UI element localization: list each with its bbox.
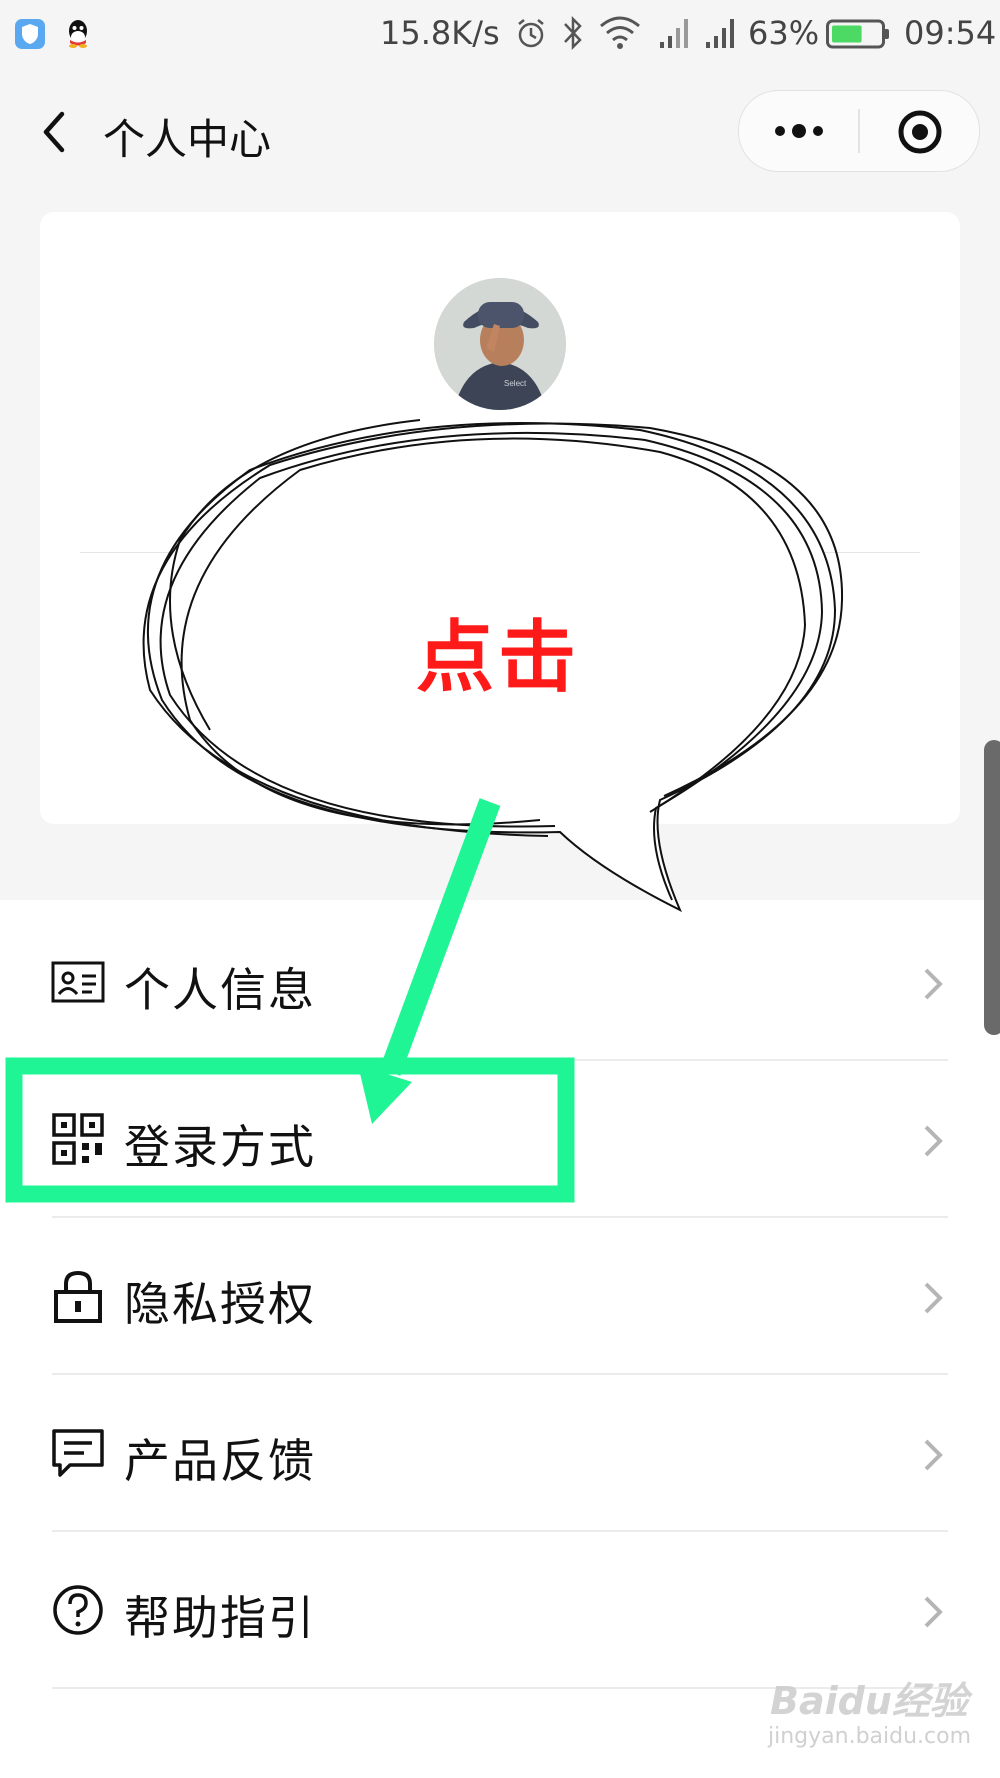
annotation-click-label: 点击 — [416, 613, 581, 703]
menu-item-help-guide[interactable]: 帮助指引 — [0, 1532, 1000, 1689]
menu-item-label: 登录方式 — [124, 1120, 316, 1174]
baidu-watermark: Baidu经验 — [770, 1679, 968, 1723]
more-button[interactable] — [739, 91, 858, 171]
target-close-icon — [898, 110, 942, 154]
message-icon — [52, 1429, 104, 1477]
battery-icon — [826, 19, 889, 49]
clock-time: 09:54 — [904, 14, 997, 52]
avatar-image: Select — [434, 278, 566, 410]
help-circle-icon — [53, 1585, 103, 1635]
id-card-icon — [51, 961, 105, 1003]
mini-program-capsule — [738, 90, 980, 172]
baidu-watermark-url: jingyan.baidu.com — [768, 1724, 972, 1749]
user-avatar[interactable]: Select — [434, 278, 566, 410]
menu-item-login-method[interactable]: 登录方式 — [0, 1061, 1000, 1218]
chevron-right-icon — [924, 1282, 943, 1314]
status-bar: 15.8K/s 63% 09:54 — [0, 0, 1000, 72]
signal-icon — [660, 19, 688, 48]
alarm-icon — [518, 19, 544, 48]
battery-percent: 63% — [748, 14, 820, 52]
page-title: 个人中心 — [103, 115, 272, 164]
card-divider — [80, 552, 920, 553]
signal-icon — [706, 19, 734, 48]
scroll-handle[interactable] — [984, 740, 1000, 1035]
menu-item-personal-info[interactable]: 个人信息 — [0, 904, 1000, 1061]
shield-app-icon — [15, 19, 45, 49]
more-dots-icon — [775, 124, 823, 138]
menu-item-label: 帮助指引 — [124, 1591, 316, 1645]
menu-item-privacy-authorization[interactable]: 隐私授权 — [0, 1218, 1000, 1375]
chevron-right-icon — [924, 1596, 943, 1628]
menu-list: 个人信息 登录方式 隐私授权 产品反馈 帮助指引 — [0, 900, 1000, 1778]
svg-text:Select: Select — [504, 379, 527, 388]
menu-item-label: 个人信息 — [124, 963, 316, 1017]
menu-item-label: 产品反馈 — [124, 1434, 316, 1488]
close-miniprogram-button[interactable] — [860, 91, 979, 171]
bluetooth-icon — [564, 15, 582, 51]
network-speed: 15.8K/s — [380, 14, 500, 52]
chevron-right-icon — [924, 1125, 943, 1157]
lock-icon — [54, 1270, 102, 1323]
menu-item-product-feedback[interactable]: 产品反馈 — [0, 1375, 1000, 1532]
qq-icon — [69, 20, 87, 48]
wifi-icon — [600, 16, 640, 49]
chevron-right-icon — [924, 1439, 943, 1471]
qr-code-icon — [52, 1113, 104, 1165]
navigation-bar: 个人中心 — [0, 72, 1000, 192]
chevron-right-icon — [924, 968, 943, 1000]
menu-item-label: 隐私授权 — [124, 1277, 316, 1331]
chevron-left-icon[interactable] — [30, 102, 86, 162]
